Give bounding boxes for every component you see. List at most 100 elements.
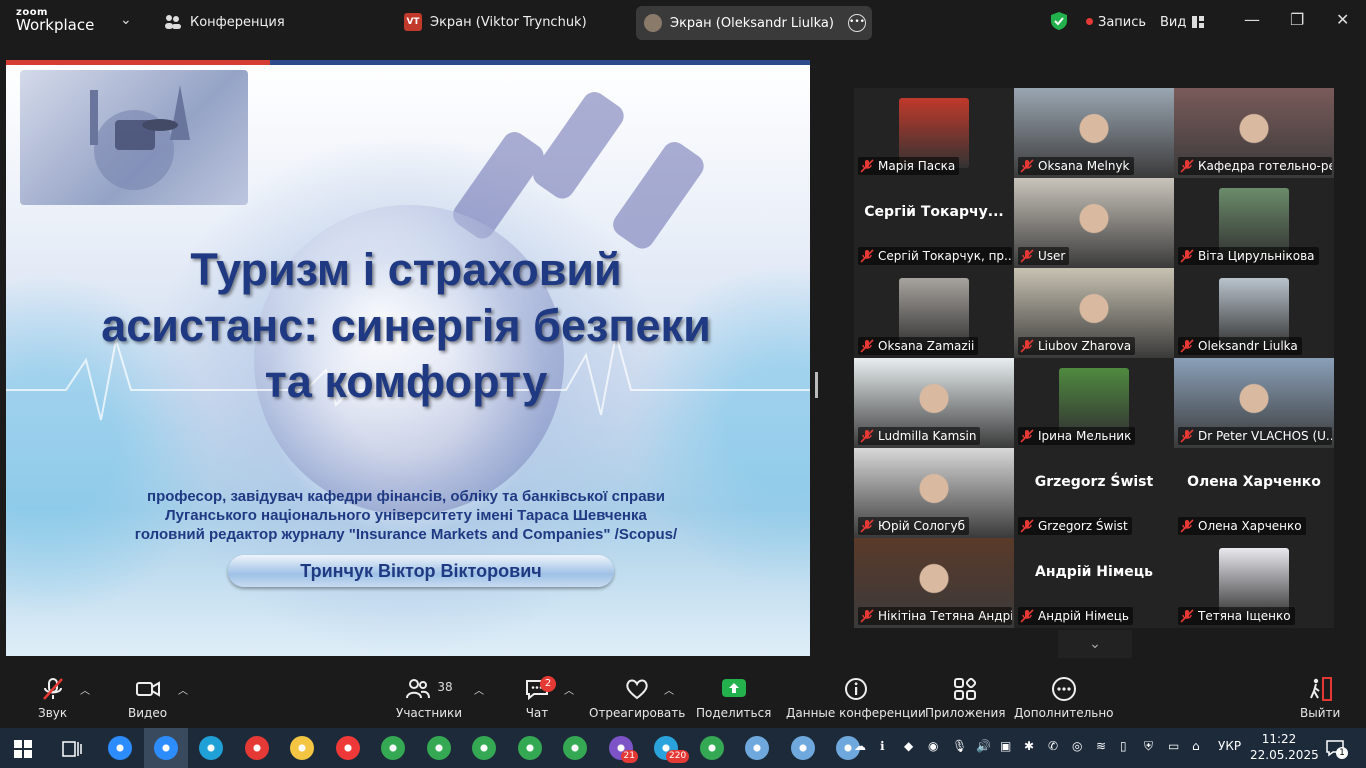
participant-tile[interactable]: Віта Цирульнікова <box>1174 178 1334 268</box>
logo-bottom-text: Workplace <box>16 16 95 34</box>
app-notification-badge: 220 <box>666 750 690 763</box>
chrome-profile-3-icon[interactable] <box>563 736 587 760</box>
file-explorer-icon[interactable] <box>290 736 314 760</box>
participant-tile[interactable]: Ludmilla Kamsin <box>854 358 1014 448</box>
windows-start-icon[interactable] <box>14 740 32 758</box>
app-menu-chevron-icon[interactable]: ⌄ <box>120 12 132 28</box>
muted-microphone-icon <box>1180 429 1194 443</box>
vivaldi-icon[interactable] <box>335 736 360 760</box>
maximize-icon[interactable]: ❐ <box>1290 10 1304 29</box>
participant-tile[interactable]: Олена Харченко Олена Харченко <box>1174 448 1334 538</box>
apps-button[interactable]: Приложения <box>925 676 1006 720</box>
participant-tile[interactable]: Grzegorz Świst Grzegorz Świst <box>1014 448 1174 538</box>
tray-display-icon[interactable]: ▭ <box>1168 739 1179 753</box>
info-icon <box>844 678 867 700</box>
chrome-profile-2-icon[interactable] <box>472 736 496 760</box>
chrome-profile-4-icon[interactable] <box>699 736 724 760</box>
tray-wifi-icon[interactable]: ≋ <box>1096 739 1106 753</box>
subtitle-line: Луганського національного університету і… <box>165 507 647 524</box>
screen-tab-oleksandr[interactable]: Экран (Oleksandr Liulka) ••• <box>636 6 872 40</box>
tray-dropbox-icon[interactable]: ◆ <box>904 739 913 753</box>
gallery-scroll-down-icon[interactable]: ⌄ <box>1058 630 1132 658</box>
tray-antivirus-icon[interactable]: ◉ <box>928 739 938 753</box>
meeting-info-button[interactable]: Данные конференции <box>786 676 926 720</box>
participant-name: Grzegorz Świst <box>1038 519 1128 533</box>
audio-button[interactable]: Звук <box>38 676 67 720</box>
language-indicator[interactable]: УКР <box>1218 739 1241 753</box>
participant-tile[interactable]: Liubov Zharova <box>1014 268 1174 358</box>
share-label: Поделиться <box>696 706 772 720</box>
participant-tile[interactable]: User <box>1014 178 1174 268</box>
security-shield-icon[interactable] <box>1050 11 1068 31</box>
share-button[interactable]: Поделиться <box>696 676 771 720</box>
meeting-info-label: Данные конференции <box>786 706 926 720</box>
participant-name-label: Dr Peter VLACHOS (U... <box>1178 427 1332 445</box>
chat-options-caret-icon[interactable]: ︿ <box>564 682 574 697</box>
zoom-icon[interactable] <box>108 736 132 760</box>
yandex-browser-icon[interactable] <box>244 736 269 760</box>
participant-tile[interactable]: Кафедра готельно-рест... <box>1174 88 1334 178</box>
tray-battery-icon[interactable]: ▯ <box>1120 739 1127 753</box>
participant-tile[interactable]: Oksana Zamazii <box>854 268 1014 358</box>
paint-2-icon[interactable] <box>790 736 815 760</box>
participant-tile[interactable]: Юрій Сологуб <box>854 448 1014 538</box>
close-icon[interactable]: ✕ <box>1336 10 1349 29</box>
conference-tab[interactable]: Конференция <box>164 0 285 44</box>
shared-screen[interactable]: Туризм і страховий асистанс: синергія бе… <box>6 60 810 656</box>
participant-name-label: Олена Харченко <box>1178 517 1306 535</box>
muted-microphone-icon <box>1020 609 1034 623</box>
participant-tile[interactable]: Oksana Melnyk <box>1014 88 1174 178</box>
participant-tile[interactable]: Марія Паска <box>854 88 1014 178</box>
participant-name: Liubov Zharova <box>1038 339 1132 353</box>
participant-tile[interactable]: Сергій Токарчу... Сергій Токарчук, пр... <box>854 178 1014 268</box>
tray-security-icon[interactable]: ⛨ <box>1144 739 1153 754</box>
share-screen-icon <box>721 679 746 697</box>
edge-icon[interactable] <box>199 736 223 760</box>
subtitle-line: головний редактор журналу "Insurance Mar… <box>134 526 678 543</box>
tray-bluetooth-icon[interactable]: ✱ <box>1024 739 1034 753</box>
participants-button[interactable]: 38 Участники <box>396 676 462 720</box>
record-button[interactable]: Запись <box>1098 0 1146 44</box>
view-button[interactable]: Вид <box>1160 0 1205 44</box>
leave-button[interactable]: Выйти <box>1300 676 1340 720</box>
chrome-profile-m-icon[interactable] <box>517 736 542 760</box>
participants-count: 38 <box>437 680 453 694</box>
participant-tile[interactable]: Нікітіна Тетяна Андрі... <box>854 538 1014 628</box>
tray-network-icon[interactable]: ▣ <box>1000 739 1011 753</box>
chrome-profile-p-icon[interactable] <box>426 736 451 760</box>
participant-tile[interactable]: Ірина Мельник <box>1014 358 1174 448</box>
participant-name-label: Тетяна Іщенко <box>1178 607 1295 625</box>
audio-options-caret-icon[interactable]: ︿ <box>80 682 90 697</box>
participant-name: Кафедра готельно-рест... <box>1198 159 1332 173</box>
microphone-muted-icon <box>42 678 63 700</box>
screen-tab-viktor[interactable]: VT Экран (Viktor Trynchuk) <box>404 0 587 44</box>
participant-tile[interactable]: Oleksandr Liulka <box>1174 268 1334 358</box>
clock-time: 11:22 <box>1261 732 1297 746</box>
participant-name-label: Oksana Melnyk <box>1018 157 1134 175</box>
panel-resize-handle[interactable] <box>815 372 818 398</box>
task-view-icon[interactable] <box>62 740 82 758</box>
chrome-icon[interactable] <box>381 736 405 760</box>
participant-tile[interactable]: Dr Peter VLACHOS (U... <box>1174 358 1334 448</box>
tray-usb-icon[interactable]: ⌂ <box>1192 739 1200 753</box>
video-options-caret-icon[interactable]: ︿ <box>178 682 188 697</box>
minimize-icon[interactable]: — <box>1244 10 1260 29</box>
participant-tile[interactable]: Андрій Німець Андрій Німець <box>1014 538 1174 628</box>
participants-options-caret-icon[interactable]: ︿ <box>474 682 484 697</box>
tray-zoom-icon[interactable]: ◎ <box>1072 739 1082 753</box>
more-options-icon[interactable]: ••• <box>848 14 866 32</box>
taskbar-clock[interactable]: 11:22 22.05.2025 <box>1250 731 1319 763</box>
notifications-button[interactable]: 1 <box>1326 739 1348 759</box>
participant-tile[interactable]: Тетяна Іщенко <box>1174 538 1334 628</box>
react-options-caret-icon[interactable]: ︿ <box>664 682 674 697</box>
tray-info-icon[interactable]: ℹ <box>880 739 885 753</box>
participant-name: Dr Peter VLACHOS (U... <box>1198 429 1332 443</box>
video-button[interactable]: Видео <box>128 676 167 720</box>
tray-microphone-icon[interactable]: 🎙 <box>952 739 967 753</box>
tray-onedrive-icon[interactable]: ☁ <box>854 739 866 753</box>
tray-viber-icon[interactable]: ✆ <box>1048 739 1058 753</box>
paint-icon[interactable] <box>745 736 769 760</box>
tray-volume-icon[interactable]: 🔊 <box>976 739 991 753</box>
more-button[interactable]: Дополнительно <box>1014 676 1114 720</box>
zoom-workplace-icon[interactable] <box>153 736 178 760</box>
